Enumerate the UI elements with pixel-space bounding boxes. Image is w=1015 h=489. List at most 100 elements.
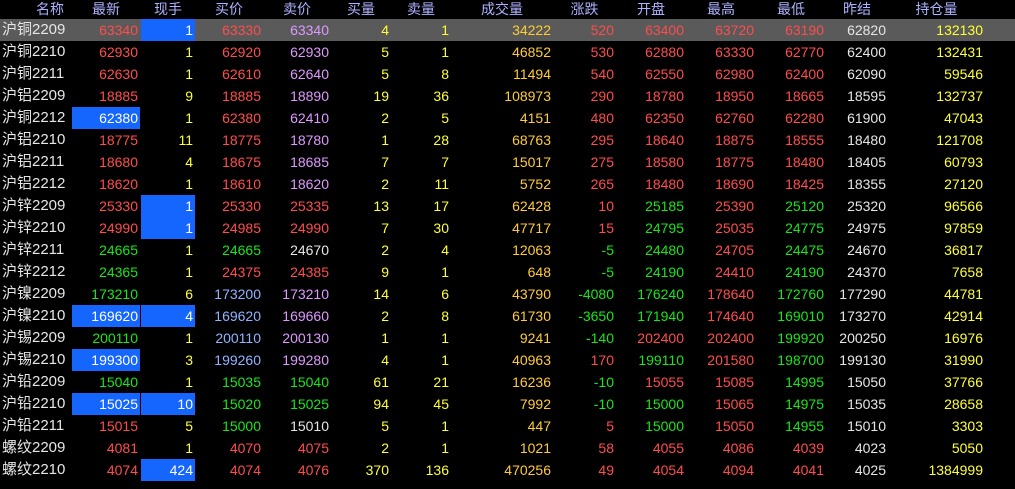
turnover: 68763 xyxy=(512,132,551,148)
table-row[interactable]: 沪铝2211 18680 4 18675 18685 7 7 15017 275 18580 187… xyxy=(0,151,1015,173)
prev-close: 18405 xyxy=(847,154,886,170)
bid-price: 62610 xyxy=(222,66,261,82)
price-change: 290 xyxy=(590,88,614,104)
header-change[interactable]: 涨跌 xyxy=(553,0,616,19)
header-bid-volume[interactable]: 买量 xyxy=(331,0,391,19)
prev-close: 24975 xyxy=(847,220,886,236)
table-row[interactable]: 沪铜2212 62380 1 62380 62410 2 5 4151 480 62350 6276… xyxy=(0,107,1015,129)
ask-price: 169660 xyxy=(282,308,329,324)
table-row[interactable]: 沪铜2210 62930 1 62920 62930 5 1 46852 530 62880 633… xyxy=(0,41,1015,63)
table-row[interactable]: 沪锡2209 200110 1 200110 200130 1 1 9241 -140 20240… xyxy=(0,327,1015,349)
quote-table: 名称 最新 现手 买价 卖价 买量 卖量 成交量 涨跌 开盘 最高 最低 昨结 … xyxy=(0,0,1015,481)
open-interest: 96566 xyxy=(944,198,983,214)
table-row[interactable]: 沪镍2209 173210 6 173200 173210 14 6 43790 -4080 17… xyxy=(0,283,1015,305)
bid-volume: 14 xyxy=(373,286,389,302)
latest-price: 24990 xyxy=(99,220,138,236)
header-ask[interactable]: 卖价 xyxy=(263,0,331,19)
open-price: 15000 xyxy=(645,418,684,434)
turnover: 9241 xyxy=(519,330,551,346)
prev-close: 199130 xyxy=(839,352,886,368)
table-row[interactable]: 沪铜2209 63340 1 63330 63340 4 1 34222 520 63400 637… xyxy=(0,19,1015,41)
high-price: 202400 xyxy=(707,330,754,346)
turnover: 15017 xyxy=(512,154,551,170)
turnover: 62428 xyxy=(512,198,551,214)
latest-price: 63340 xyxy=(99,22,138,38)
bid-price: 63330 xyxy=(222,22,261,38)
bid-volume: 19 xyxy=(373,88,389,104)
header-open-interest[interactable]: 持仓量 xyxy=(888,0,985,19)
table-row[interactable]: 沪铝2209 18885 9 18885 18890 19 36 108973 290 18780… xyxy=(0,85,1015,107)
table-row[interactable]: 沪镍2210 169620 4 169620 169660 2 8 61730 -3650 171… xyxy=(0,305,1015,327)
header-volume[interactable]: 现手 xyxy=(141,0,195,19)
ask-price: 200130 xyxy=(282,330,329,346)
table-row[interactable]: 沪铝2210 18775 11 18775 18780 1 28 68763 295 18640 1… xyxy=(0,129,1015,151)
bid-volume: 2 xyxy=(381,440,389,456)
header-name[interactable]: 名称 xyxy=(20,0,80,19)
latest-price: 15040 xyxy=(99,374,138,390)
header-bid[interactable]: 买价 xyxy=(195,0,263,19)
header-low[interactable]: 最低 xyxy=(756,0,826,19)
bid-price: 15020 xyxy=(222,396,261,412)
header-high[interactable]: 最高 xyxy=(686,0,756,19)
table-row[interactable]: 螺纹2210 4074 424 4074 4076 370 136 470256 49 4054 4… xyxy=(0,459,1015,481)
header-open[interactable]: 开盘 xyxy=(616,0,686,19)
price-change: 540 xyxy=(590,66,614,82)
current-volume: 4 xyxy=(141,305,195,327)
open-price: 25185 xyxy=(645,198,684,214)
table-row[interactable]: 沪铅2210 15025 10 15020 15025 94 45 7992 -10 15000 1… xyxy=(0,393,1015,415)
header-ask-volume[interactable]: 卖量 xyxy=(391,0,451,19)
contract-name: 沪铝2211 xyxy=(2,153,65,170)
prev-close: 62400 xyxy=(847,44,886,60)
table-row[interactable]: 沪锌2209 25330 1 25330 25335 13 17 62428 10 25185 25… xyxy=(0,195,1015,217)
high-price: 18690 xyxy=(715,176,754,192)
open-interest: 5050 xyxy=(951,440,983,456)
current-volume: 1 xyxy=(185,374,193,390)
ask-price: 15010 xyxy=(290,418,329,434)
open-interest: 27120 xyxy=(944,176,983,192)
open-price: 176240 xyxy=(637,286,684,302)
low-price: 24190 xyxy=(785,264,824,280)
ask-volume: 136 xyxy=(425,462,449,478)
price-change: -5 xyxy=(601,264,614,280)
open-interest: 31990 xyxy=(944,352,983,368)
table-body: 沪铜2209 63340 1 63330 63340 4 1 34222 520 63400 637… xyxy=(0,19,1015,481)
current-volume: 1 xyxy=(141,217,195,239)
contract-name: 沪铅2210 xyxy=(2,395,66,412)
table-row[interactable]: 沪铜2211 62630 1 62610 62640 5 8 11494 540 62550 629… xyxy=(0,63,1015,85)
header-latest[interactable]: 最新 xyxy=(72,0,140,19)
table-row[interactable]: 沪锌2210 24990 1 24985 24990 7 30 47717 15 24795 250… xyxy=(0,217,1015,239)
prev-close: 62820 xyxy=(847,22,886,38)
current-volume: 1 xyxy=(185,440,193,456)
high-price: 15065 xyxy=(715,396,754,412)
ask-price: 15025 xyxy=(290,396,329,412)
header-turnover[interactable]: 成交量 xyxy=(451,0,553,19)
low-price: 24775 xyxy=(785,220,824,236)
ask-volume: 8 xyxy=(441,66,449,82)
prev-close: 62090 xyxy=(847,66,886,82)
table-row[interactable]: 沪锌2211 24665 1 24665 24670 2 4 12063 -5 24480 2470… xyxy=(0,239,1015,261)
latest-price: 18680 xyxy=(99,154,138,170)
table-row[interactable]: 沪铅2211 15015 5 15000 15010 5 1 447 5 15000 15050 14… xyxy=(0,415,1015,437)
open-interest: 1384999 xyxy=(928,462,983,478)
table-row[interactable]: 沪锌2212 24365 1 24375 24385 9 1 648 -5 24190 24410 2… xyxy=(0,261,1015,283)
bid-price: 173200 xyxy=(214,286,261,302)
high-price: 15050 xyxy=(715,418,754,434)
low-price: 169010 xyxy=(777,308,824,324)
table-row[interactable]: 沪锡2210 199300 3 199260 199280 4 1 40963 170 19911… xyxy=(0,349,1015,371)
latest-price: 4074 xyxy=(106,462,138,478)
price-change: -4080 xyxy=(578,286,614,302)
table-row[interactable]: 沪铝2212 18620 1 18610 18620 2 11 5752 265 18480 186… xyxy=(0,173,1015,195)
ask-price: 24670 xyxy=(290,242,329,258)
turnover: 4151 xyxy=(519,110,551,126)
prev-close: 25320 xyxy=(847,198,886,214)
turnover: 16236 xyxy=(512,374,551,390)
high-price: 25035 xyxy=(715,220,754,236)
table-row[interactable]: 沪铅2209 15040 1 15035 15040 61 21 16236 -10 15055 1… xyxy=(0,371,1015,393)
current-volume: 1 xyxy=(185,44,193,60)
open-price: 24795 xyxy=(645,220,684,236)
prev-close: 15010 xyxy=(847,418,886,434)
high-price: 4086 xyxy=(722,440,754,456)
price-change: 10 xyxy=(598,198,614,214)
table-row[interactable]: 螺纹2209 4081 1 4070 4075 2 1 1021 58 4055 4086 4039 4… xyxy=(0,437,1015,459)
header-prev-close[interactable]: 昨结 xyxy=(826,0,888,19)
